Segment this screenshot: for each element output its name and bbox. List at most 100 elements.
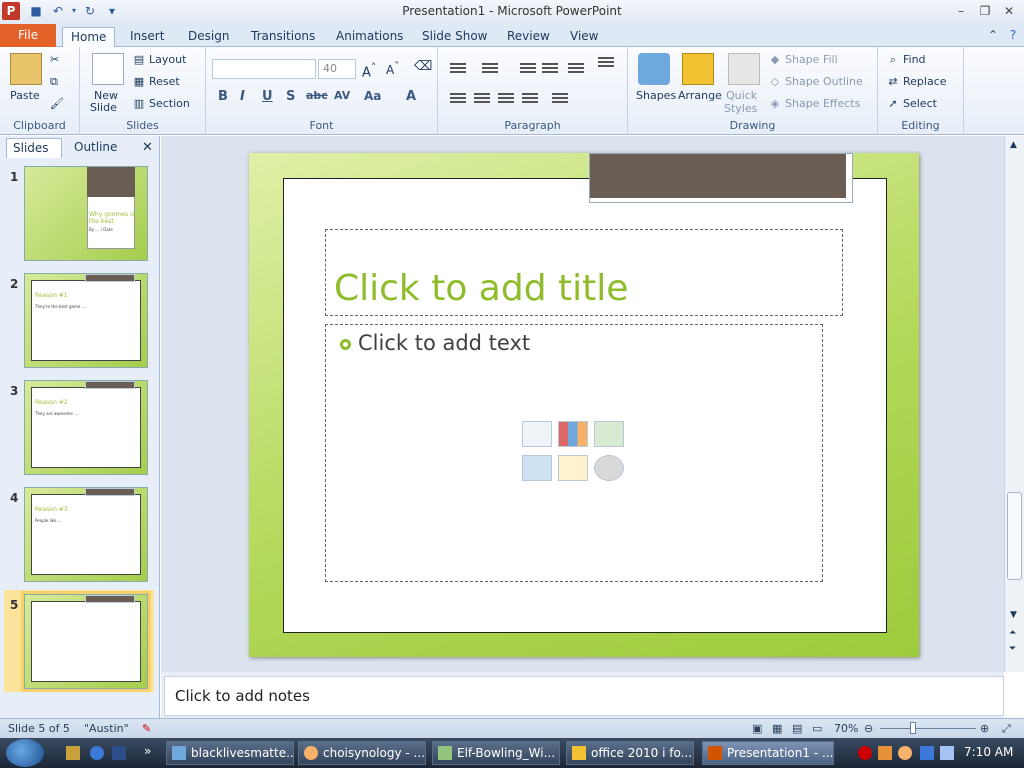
insert-picture-icon[interactable] [522, 455, 552, 481]
numbering-icon[interactable] [482, 63, 498, 75]
reset-button[interactable]: ▦ Reset [132, 75, 180, 89]
taskbar-item[interactable]: blacklivesmatte... [166, 741, 294, 765]
clear-formatting-icon[interactable]: ⌫ [414, 59, 432, 74]
copy-icon[interactable]: ⧉ [50, 75, 58, 89]
normal-view-icon[interactable]: ▣ [752, 722, 762, 735]
help-icon[interactable]: ? [1004, 27, 1022, 43]
current-slide[interactable]: Click to add title Click to add text [249, 153, 919, 657]
slide-thumbnail-5[interactable] [21, 591, 151, 692]
bold-icon[interactable]: B [218, 89, 228, 104]
taskbar-item[interactable]: Elf-Bowling_Wi... [432, 741, 560, 765]
shape-outline-button[interactable]: ◇ Shape Outline [768, 75, 863, 89]
decrease-indent-icon[interactable] [520, 63, 536, 75]
find-button[interactable]: ⌕ Find [886, 53, 926, 67]
section-button[interactable]: ▥ Section [132, 97, 190, 111]
font-size-combo[interactable]: 40 [318, 59, 356, 79]
shrink-font-icon[interactable]: A˅ [386, 61, 399, 77]
align-left-icon[interactable] [450, 93, 466, 105]
insert-clip-art-icon[interactable] [558, 455, 588, 481]
show-desktop-icon[interactable] [112, 746, 126, 760]
scrollbar-thumb[interactable] [1007, 492, 1022, 580]
fit-to-window-icon[interactable]: ⤢ [1002, 722, 1011, 736]
line-spacing-icon[interactable] [568, 63, 584, 75]
align-center-icon[interactable] [474, 93, 490, 105]
shapes-icon[interactable] [638, 53, 670, 85]
tray-icon[interactable] [898, 746, 912, 760]
quick-styles-button[interactable]: Quick [726, 89, 757, 102]
reading-view-icon[interactable]: ▤ [792, 722, 802, 735]
minimize-ribbon-icon[interactable]: ⌃ [984, 27, 1002, 43]
next-slide-icon[interactable]: ⏷ [1009, 644, 1016, 654]
paste-button[interactable]: Paste [10, 89, 40, 102]
arrange-icon[interactable] [682, 53, 714, 85]
tray-icon[interactable] [878, 746, 892, 760]
taskbar-item[interactable]: office 2010 i fo... [566, 741, 694, 765]
grow-font-icon[interactable]: A˄ [362, 61, 376, 80]
maximize-button[interactable]: ❐ [976, 3, 994, 19]
quick-launch-icon[interactable] [90, 746, 104, 760]
spelling-check-icon[interactable]: ✎ [142, 722, 151, 735]
select-button[interactable]: ➚ Select [886, 97, 937, 111]
font-name-combo[interactable] [212, 59, 316, 79]
vertical-scrollbar[interactable]: ▲ ▼ ⏶ ⏷ [1004, 136, 1024, 672]
close-button[interactable]: ✕ [1000, 3, 1018, 19]
tab-animations[interactable]: Animations [328, 27, 411, 47]
format-painter-icon[interactable]: 🖌 [50, 97, 64, 110]
taskbar-item[interactable]: choisynology - ... [298, 741, 426, 765]
slide-thumbnail-4[interactable]: Reason #3 People like … [24, 487, 148, 582]
layout-button[interactable]: ▤ Layout [132, 53, 187, 67]
insert-smartart-icon[interactable] [594, 421, 624, 447]
slide-sorter-view-icon[interactable]: ▦ [772, 722, 782, 735]
title-placeholder[interactable]: Click to add title [325, 229, 843, 316]
volume-icon[interactable] [940, 746, 954, 760]
tray-icon[interactable] [858, 746, 872, 760]
insert-media-icon[interactable] [594, 455, 624, 481]
tab-home[interactable]: Home [62, 27, 116, 48]
bullets-icon[interactable] [450, 63, 466, 75]
strikethrough-icon[interactable]: abc [306, 89, 328, 102]
tab-review[interactable]: Review [499, 27, 558, 47]
tab-view[interactable]: View [562, 27, 606, 47]
slide-thumbnail-3[interactable]: Reason #2 They are awesome … [24, 380, 148, 475]
tab-slides-pane[interactable]: Slides [6, 138, 62, 158]
minimize-button[interactable]: – [952, 3, 970, 19]
previous-slide-icon[interactable]: ⏶ [1009, 628, 1016, 638]
font-color-icon[interactable]: A [406, 89, 416, 104]
quick-styles-button-line2[interactable]: Styles [724, 102, 757, 115]
zoom-slider-track[interactable] [880, 728, 976, 729]
quick-styles-icon[interactable] [728, 53, 760, 85]
shape-fill-button[interactable]: ◆ Shape Fill [768, 53, 838, 67]
slide-show-view-icon[interactable]: ▭ [812, 722, 822, 735]
zoom-out-icon[interactable]: ⊖ [864, 722, 873, 735]
underline-icon[interactable]: U [262, 89, 273, 104]
increase-indent-icon[interactable] [542, 63, 558, 75]
more-quick-launch-icon[interactable]: » [144, 744, 151, 758]
change-case-icon[interactable]: Aa [364, 89, 381, 103]
scroll-up-icon[interactable]: ▲ [1010, 140, 1017, 150]
tab-slide-show[interactable]: Slide Show [414, 27, 495, 47]
paste-icon[interactable] [10, 53, 42, 85]
network-icon[interactable] [920, 746, 934, 760]
tab-file[interactable]: File [0, 24, 56, 47]
zoom-slider-thumb[interactable] [910, 722, 916, 734]
align-right-icon[interactable] [498, 93, 514, 105]
scroll-down-icon[interactable]: ▼ [1010, 610, 1017, 620]
columns-icon[interactable] [552, 93, 568, 105]
text-shadow-icon[interactable]: S [286, 89, 295, 104]
tab-design[interactable]: Design [180, 27, 237, 47]
content-placeholder[interactable]: Click to add text [325, 324, 823, 582]
tab-outline-pane[interactable]: Outline [68, 138, 123, 158]
zoom-in-icon[interactable]: ⊕ [980, 722, 989, 735]
shapes-button[interactable]: Shapes [636, 89, 676, 102]
close-pane-icon[interactable]: ✕ [142, 140, 153, 155]
italic-icon[interactable]: I [240, 89, 245, 104]
start-button[interactable] [6, 739, 44, 767]
character-spacing-icon[interactable]: AV [334, 89, 350, 102]
replace-button[interactable]: ⇄ Replace [886, 75, 946, 89]
cut-icon[interactable]: ✂ [50, 53, 59, 66]
notes-box[interactable]: Click to add notes [164, 676, 1004, 716]
insert-table-icon[interactable] [522, 421, 552, 447]
insert-chart-icon[interactable] [558, 421, 588, 447]
new-slide-button-line2[interactable]: Slide [90, 101, 117, 114]
theme-name[interactable]: "Austin" [84, 722, 129, 735]
